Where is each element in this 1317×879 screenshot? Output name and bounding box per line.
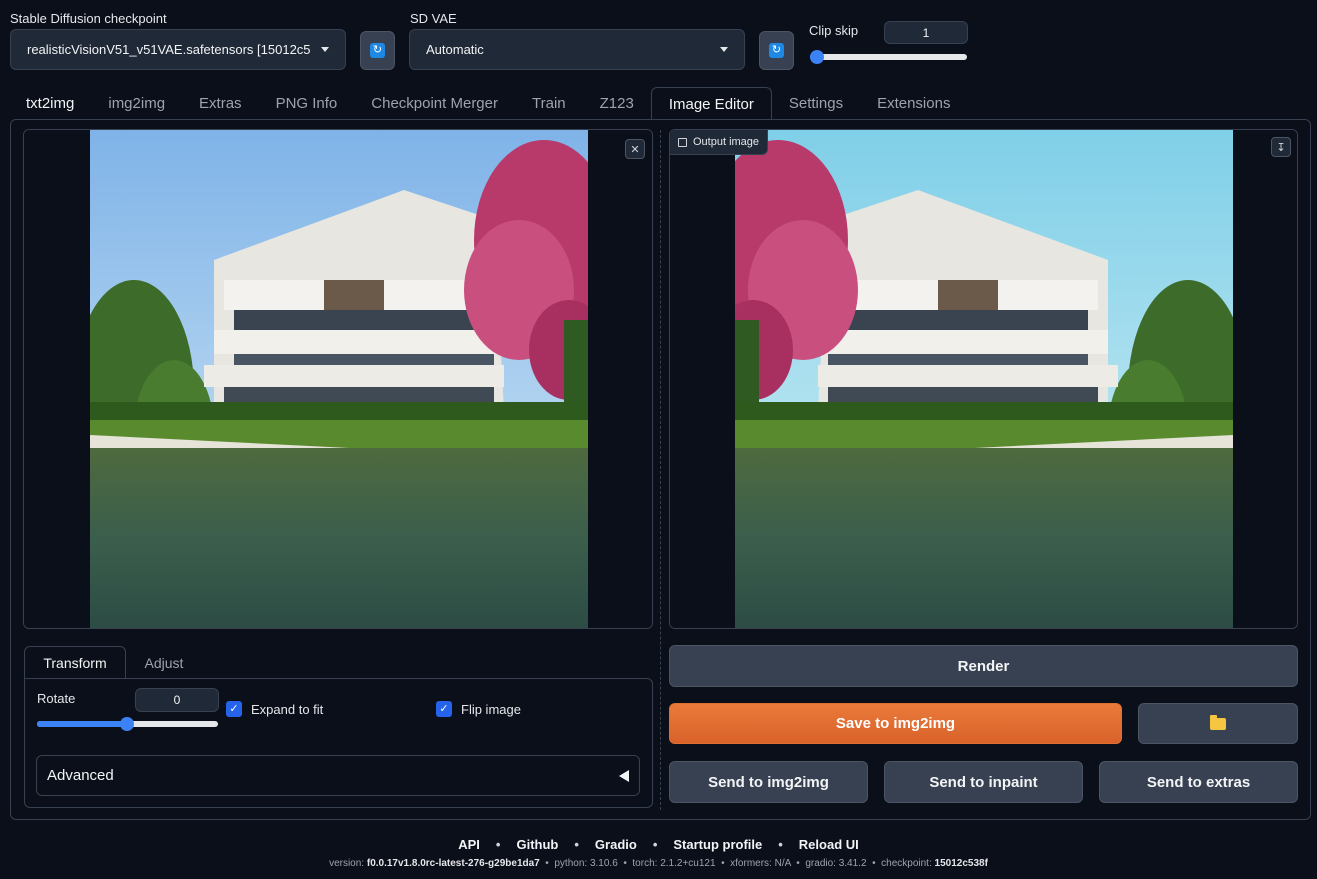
tab-img2img[interactable]: img2img bbox=[91, 87, 182, 119]
checkmark-icon: ✓ bbox=[436, 701, 452, 717]
tab-txt2img[interactable]: txt2img bbox=[10, 87, 91, 119]
folder-icon bbox=[1210, 714, 1226, 730]
rotate-input[interactable]: 0 bbox=[135, 688, 219, 712]
expand-to-fit-checkbox[interactable]: ✓ Expand to fit bbox=[226, 701, 323, 717]
column-divider bbox=[660, 130, 661, 810]
output-image bbox=[670, 130, 1297, 628]
clear-image-button[interactable]: ✕ bbox=[625, 139, 645, 159]
rotate-slider[interactable] bbox=[37, 717, 218, 731]
close-icon: ✕ bbox=[630, 143, 640, 156]
send-to-inpaint-button[interactable]: Send to inpaint bbox=[884, 761, 1083, 803]
flip-image-checkbox[interactable]: ✓ Flip image bbox=[436, 701, 521, 717]
send-to-extras-button[interactable]: Send to extras bbox=[1099, 761, 1298, 803]
send-to-img2img-button[interactable]: Send to img2img bbox=[669, 761, 868, 803]
clip-skip-slider-thumb[interactable] bbox=[810, 50, 824, 64]
advanced-label: Advanced bbox=[47, 767, 114, 784]
vae-label: SD VAE bbox=[410, 11, 457, 26]
footer-link-github[interactable]: Github bbox=[516, 837, 558, 852]
vae-value: Automatic bbox=[426, 42, 484, 57]
tab-z123[interactable]: Z123 bbox=[583, 87, 651, 119]
tab-settings[interactable]: Settings bbox=[772, 87, 860, 119]
footer-link-reload-ui[interactable]: Reload UI bbox=[799, 837, 859, 852]
rotate-slider-thumb[interactable] bbox=[120, 717, 134, 731]
input-image-box[interactable]: ✕ bbox=[23, 129, 653, 629]
refresh-icon: ↻ bbox=[769, 43, 784, 58]
clip-skip-slider[interactable] bbox=[810, 50, 967, 64]
refresh-icon: ↻ bbox=[370, 43, 385, 58]
footer-link-startup-profile[interactable]: Startup profile bbox=[673, 837, 762, 852]
chevron-down-icon bbox=[321, 47, 329, 52]
tab-checkpoint-merger[interactable]: Checkpoint Merger bbox=[354, 87, 515, 119]
subtab-adjust[interactable]: Adjust bbox=[126, 646, 202, 679]
main-tabs: txt2img img2img Extras PNG Info Checkpoi… bbox=[10, 87, 967, 120]
footer-links: API • Github • Gradio • Startup profile … bbox=[458, 837, 859, 852]
tab-png-info[interactable]: PNG Info bbox=[259, 87, 355, 119]
refresh-checkpoint-button[interactable]: ↻ bbox=[360, 31, 395, 70]
version-info: version: f0.0.17v1.8.0rc-latest-276-g29b… bbox=[329, 858, 988, 869]
open-folder-button[interactable] bbox=[1138, 703, 1298, 744]
footer-link-api[interactable]: API bbox=[458, 837, 480, 852]
tab-extensions[interactable]: Extensions bbox=[860, 87, 967, 119]
checkmark-icon: ✓ bbox=[226, 701, 242, 717]
checkpoint-dropdown[interactable]: realisticVisionV51_v51VAE.safetensors [1… bbox=[10, 29, 346, 70]
input-image bbox=[24, 130, 652, 628]
chevron-down-icon bbox=[720, 47, 728, 52]
save-to-img2img-button[interactable]: Save to img2img bbox=[669, 703, 1122, 744]
checkpoint-value: realisticVisionV51_v51VAE.safetensors [1… bbox=[27, 42, 311, 57]
refresh-vae-button[interactable]: ↻ bbox=[759, 31, 794, 70]
download-icon: ↧ bbox=[1276, 141, 1286, 154]
tab-extras[interactable]: Extras bbox=[182, 87, 259, 119]
clip-skip-label: Clip skip bbox=[809, 23, 859, 38]
rotate-label: Rotate bbox=[37, 691, 76, 706]
tab-train[interactable]: Train bbox=[515, 87, 583, 119]
collapse-arrow-icon bbox=[619, 769, 629, 782]
vae-dropdown[interactable]: Automatic bbox=[409, 29, 745, 70]
clip-skip-input[interactable]: 1 bbox=[884, 21, 968, 44]
footer-link-gradio[interactable]: Gradio bbox=[595, 837, 637, 852]
output-image-box: Output image ↧ bbox=[669, 129, 1298, 629]
output-image-label: Output image bbox=[670, 130, 769, 155]
download-button[interactable]: ↧ bbox=[1271, 137, 1291, 157]
advanced-accordion[interactable]: Advanced bbox=[36, 755, 640, 796]
subtab-transform[interactable]: Transform bbox=[24, 646, 126, 679]
tab-image-editor[interactable]: Image Editor bbox=[650, 87, 772, 120]
image-icon bbox=[678, 137, 687, 147]
render-button[interactable]: Render bbox=[669, 645, 1298, 687]
checkpoint-label: Stable Diffusion checkpoint bbox=[10, 11, 167, 26]
